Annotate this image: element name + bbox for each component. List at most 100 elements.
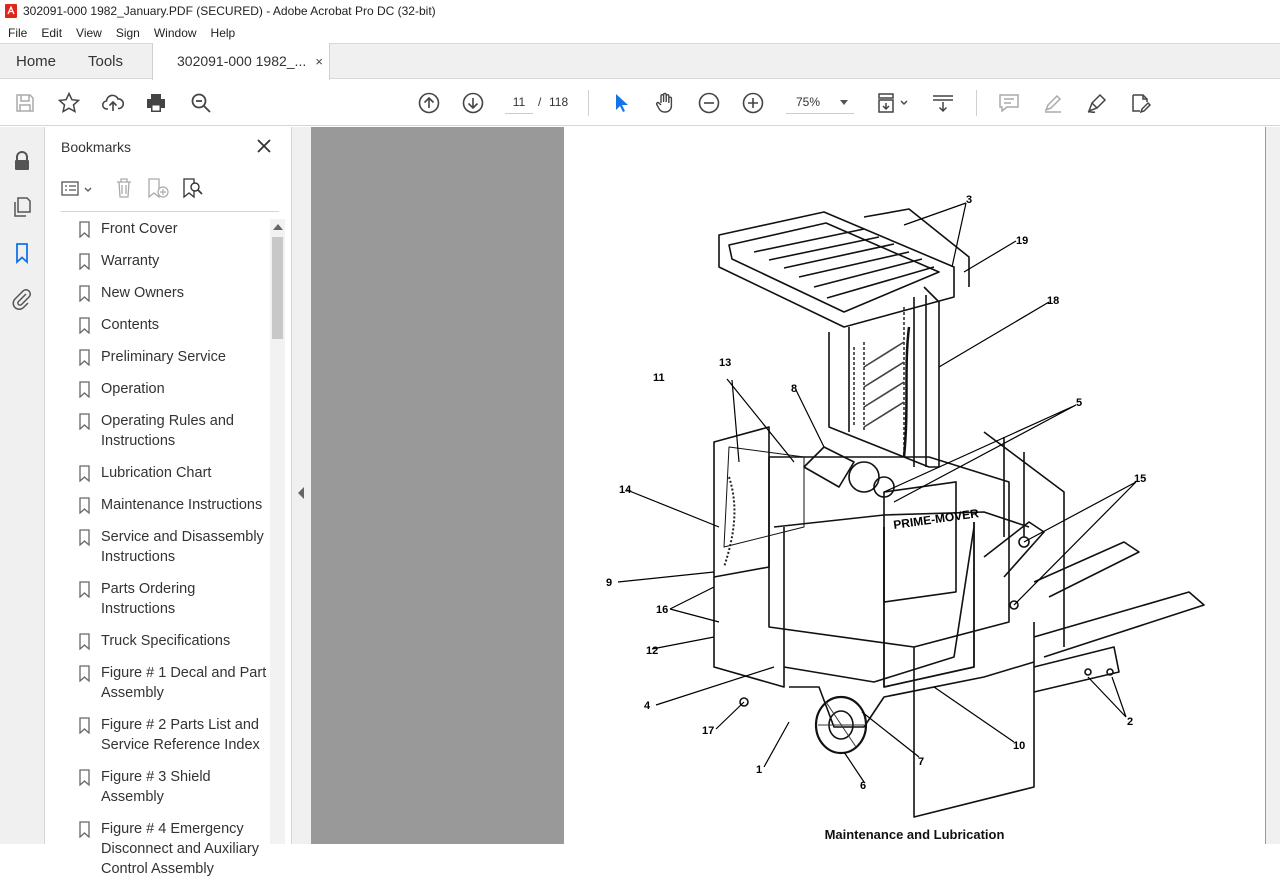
scroll-up-icon[interactable] [273, 224, 283, 230]
lock-icon[interactable] [10, 149, 34, 173]
callout-1: 1 [756, 764, 762, 776]
callout-2: 2 [1127, 716, 1133, 728]
zoom-in-icon[interactable] [741, 91, 765, 115]
zoom-out-icon[interactable] [697, 91, 721, 115]
bookmark-icon [79, 465, 90, 482]
bookmark-item[interactable]: Preliminary Service [61, 347, 269, 367]
document-scrollbar[interactable] [1266, 127, 1280, 844]
bookmark-label: Parts Ordering Instructions [101, 581, 196, 617]
bookmark-panel-icon[interactable] [10, 241, 34, 265]
main-toolbar: 11 / 118 75% [0, 80, 1280, 126]
brand-label: PRIME-MOVER [892, 506, 979, 532]
menu-edit[interactable]: Edit [34, 26, 69, 40]
edit-document-icon[interactable] [1128, 91, 1152, 115]
bookmark-item[interactable]: Figure # 4 Emergency Disconnect and Auxi… [61, 819, 269, 879]
comment-icon[interactable] [997, 91, 1021, 115]
panel-splitter[interactable] [292, 127, 311, 844]
bookmark-label: Figure # 2 Parts List and Service Refere… [101, 717, 260, 753]
next-page-icon[interactable] [461, 91, 485, 115]
save-icon[interactable] [13, 91, 37, 115]
document-viewer[interactable]: PRIME-MOVER 3 19 18 5 11 13 8 15 14 9 16… [311, 127, 1280, 844]
bookmark-item[interactable]: New Owners [61, 283, 269, 303]
navigation-rail [0, 127, 45, 844]
menu-sign[interactable]: Sign [109, 26, 147, 40]
page-total: 118 [549, 95, 569, 109]
print-icon[interactable] [144, 91, 168, 115]
callout-4: 4 [644, 700, 651, 712]
collapse-panel-icon[interactable] [298, 487, 304, 499]
bookmark-icon [79, 497, 90, 514]
callout-13: 13 [719, 357, 731, 369]
delete-bookmark-icon[interactable] [114, 177, 134, 199]
find-bookmark-icon[interactable] [181, 177, 203, 199]
tab-close-icon[interactable]: × [315, 43, 323, 80]
bookmark-item[interactable]: Figure # 3 Shield Assembly [61, 767, 269, 807]
bookmarks-scrollbar[interactable] [270, 219, 285, 844]
bookmark-item[interactable]: Operating Rules and Instructions [61, 411, 269, 451]
page-caption: Maintenance and Lubrication [564, 827, 1265, 842]
tab-document[interactable]: 302091-000 1982_... × [152, 43, 330, 80]
bookmark-item[interactable]: Lubrication Chart [61, 463, 269, 483]
window-title: 302091-000 1982_January.PDF (SECURED) - … [23, 4, 436, 18]
menu-window[interactable]: Window [147, 26, 204, 40]
callout-5: 5 [1076, 397, 1082, 409]
previous-page-icon[interactable] [417, 91, 441, 115]
title-bar: 302091-000 1982_January.PDF (SECURED) - … [0, 0, 1280, 22]
star-icon[interactable] [57, 91, 81, 115]
bookmark-item[interactable]: Contents [61, 315, 269, 335]
bookmark-list: Front Cover Warranty New Owners Contents… [61, 219, 269, 891]
page-separator: / [538, 95, 542, 109]
page-thumbnails-icon[interactable] [10, 195, 34, 219]
acrobat-app-icon [5, 4, 17, 18]
tab-document-label: 302091-000 1982_... [177, 53, 307, 69]
scroll-mode-icon[interactable] [931, 91, 955, 115]
hand-tool-icon[interactable] [653, 91, 677, 115]
callout-18: 18 [1047, 295, 1059, 307]
bookmark-item[interactable]: Operation [61, 379, 269, 399]
bookmarks-divider [61, 211, 279, 212]
bookmark-label: Service and Disassembly Instructions [101, 529, 264, 565]
bookmark-icon [79, 633, 90, 650]
tab-bar: Home Tools 302091-000 1982_... × [0, 43, 1280, 80]
bookmark-label: Truck Specifications [101, 633, 231, 649]
bookmark-item[interactable]: Maintenance Instructions [61, 495, 269, 515]
zoom-level-select[interactable]: 75% [786, 91, 854, 114]
tab-home[interactable]: Home [16, 44, 56, 79]
menu-file[interactable]: File [0, 26, 34, 40]
callout-14: 14 [619, 484, 632, 496]
menu-help[interactable]: Help [204, 26, 243, 40]
bookmark-options-icon[interactable] [61, 179, 97, 199]
page-number-input[interactable]: 11 [505, 91, 533, 114]
select-cursor-icon[interactable] [609, 91, 633, 115]
callout-19: 19 [1016, 235, 1028, 247]
zoom-search-icon[interactable] [189, 91, 213, 115]
bookmark-item[interactable]: Front Cover [61, 219, 269, 239]
bookmark-label: Figure # 3 Shield Assembly [101, 769, 211, 805]
menu-view[interactable]: View [69, 26, 109, 40]
upload-cloud-icon[interactable] [101, 91, 125, 115]
fit-page-icon[interactable] [876, 91, 910, 115]
bookmark-item[interactable]: Truck Specifications [61, 631, 269, 651]
new-bookmark-icon[interactable] [146, 177, 170, 199]
callout-12: 12 [646, 645, 658, 657]
callout-9: 9 [606, 577, 612, 589]
sign-pen-icon[interactable] [1085, 91, 1109, 115]
callout-15: 15 [1134, 473, 1146, 485]
bookmark-icon [79, 317, 90, 334]
bookmark-item[interactable]: Figure # 1 Decal and Part Assembly [61, 663, 269, 703]
bookmark-item[interactable]: Warranty [61, 251, 269, 271]
tab-tools[interactable]: Tools [88, 44, 123, 79]
bookmark-icon [79, 717, 90, 734]
bookmark-icon [79, 285, 90, 302]
callout-3: 3 [966, 194, 972, 206]
bookmark-item[interactable]: Parts Ordering Instructions [61, 579, 269, 619]
bookmark-icon [79, 821, 90, 838]
scrollbar-thumb[interactable] [272, 237, 283, 339]
bookmark-item[interactable]: Figure # 2 Parts List and Service Refere… [61, 715, 269, 755]
close-icon[interactable] [255, 137, 273, 155]
pdf-page: PRIME-MOVER 3 19 18 5 11 13 8 15 14 9 16… [564, 127, 1265, 844]
bookmark-label: Figure # 1 Decal and Part Assembly [101, 665, 267, 701]
attachment-icon[interactable] [10, 287, 34, 311]
highlight-pen-icon[interactable] [1041, 91, 1065, 115]
bookmark-item[interactable]: Service and Disassembly Instructions [61, 527, 269, 567]
